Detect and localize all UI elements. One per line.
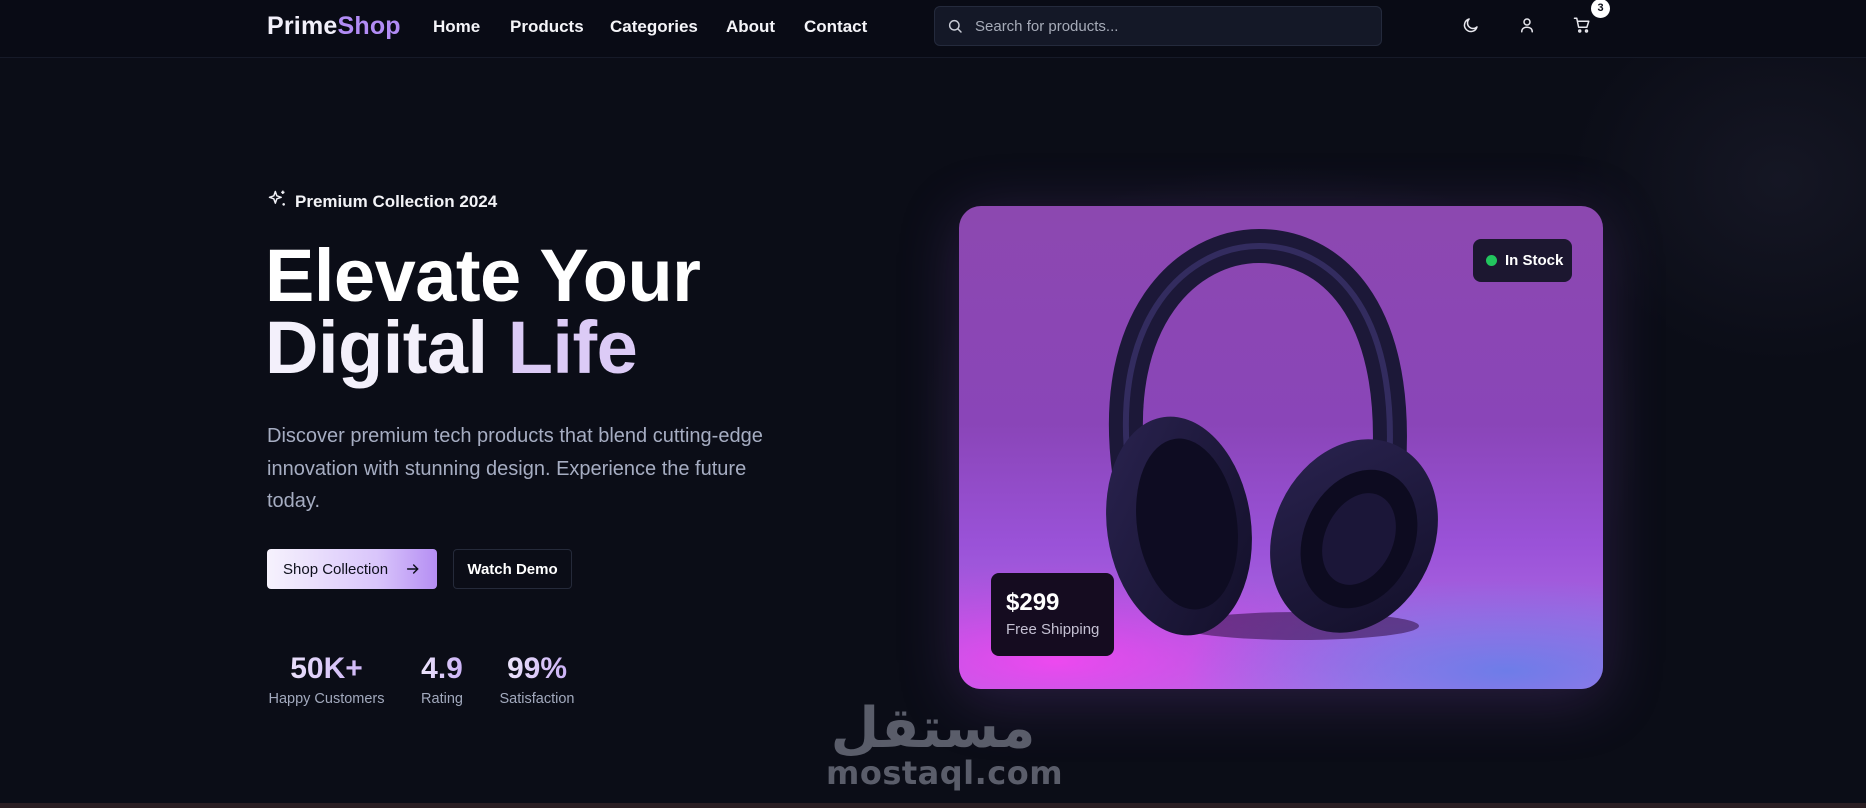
nav-about[interactable]: About [726, 17, 775, 37]
stock-status-dot [1486, 255, 1497, 266]
top-navbar: PrimeShop Home Products Categories About… [0, 0, 1866, 58]
nav-products[interactable]: Products [510, 17, 584, 37]
shipping-note: Free Shipping [1006, 621, 1100, 638]
cart-icon[interactable] [1573, 16, 1593, 36]
shop-collection-label: Shop Collection [283, 560, 389, 578]
bottom-divider [0, 803, 1866, 808]
stat-label: Happy Customers [268, 691, 385, 707]
logo[interactable]: PrimeShop [267, 12, 401, 41]
hero-headline: Elevate Your Digital Life [265, 234, 701, 385]
stock-badge-label: In Stock [1505, 252, 1564, 269]
search-icon [947, 18, 963, 39]
nav-contact[interactable]: Contact [804, 17, 867, 37]
price: $299 [1006, 589, 1060, 616]
headline-digital: Digital [265, 306, 488, 389]
moon-icon[interactable] [1462, 16, 1482, 36]
cart-count-badge: 3 [1591, 0, 1610, 18]
search-bar[interactable] [934, 6, 1382, 46]
search-input[interactable] [975, 7, 1371, 45]
watermark-latin: mostaql.com [826, 754, 1064, 792]
arrow-right-icon [405, 561, 421, 581]
watermark-arabic: مستقل [830, 696, 1036, 761]
user-icon[interactable] [1518, 16, 1538, 36]
stat-value: 50K+ [267, 651, 386, 687]
stat-satisfaction: 99% Satisfaction [496, 651, 578, 707]
stat-label: Satisfaction [499, 691, 575, 707]
headline-life: Life [507, 306, 638, 389]
stat-rating: 4.9 Rating [413, 651, 471, 707]
nav-home[interactable]: Home [433, 17, 480, 37]
stat-value: 99% [496, 651, 578, 687]
sparkles-icon [267, 189, 287, 214]
stat-label: Rating [421, 691, 463, 707]
shop-collection-button[interactable]: Shop Collection [267, 549, 437, 589]
nav-categories[interactable]: Categories [610, 17, 698, 37]
watermark: مستقل mostaql.com [826, 696, 1064, 792]
hero-description: Discover premium tech products that blen… [267, 425, 763, 512]
watch-demo-button[interactable]: Watch Demo [453, 549, 572, 589]
headline-line1: Elevate Your [265, 234, 701, 317]
eyebrow: Premium Collection 2024 [267, 189, 497, 214]
price-box: $299 Free Shipping [991, 573, 1114, 656]
logo-shop: Shop [337, 12, 401, 40]
stat-customers: 50K+ Happy Customers [267, 651, 386, 707]
stock-badge: In Stock [1473, 239, 1572, 282]
eyebrow-text: Premium Collection 2024 [295, 191, 498, 211]
stat-value: 4.9 [413, 651, 471, 687]
product-card[interactable]: In Stock $299 Free Shipping [959, 206, 1603, 689]
logo-prime: Prime [267, 12, 338, 40]
